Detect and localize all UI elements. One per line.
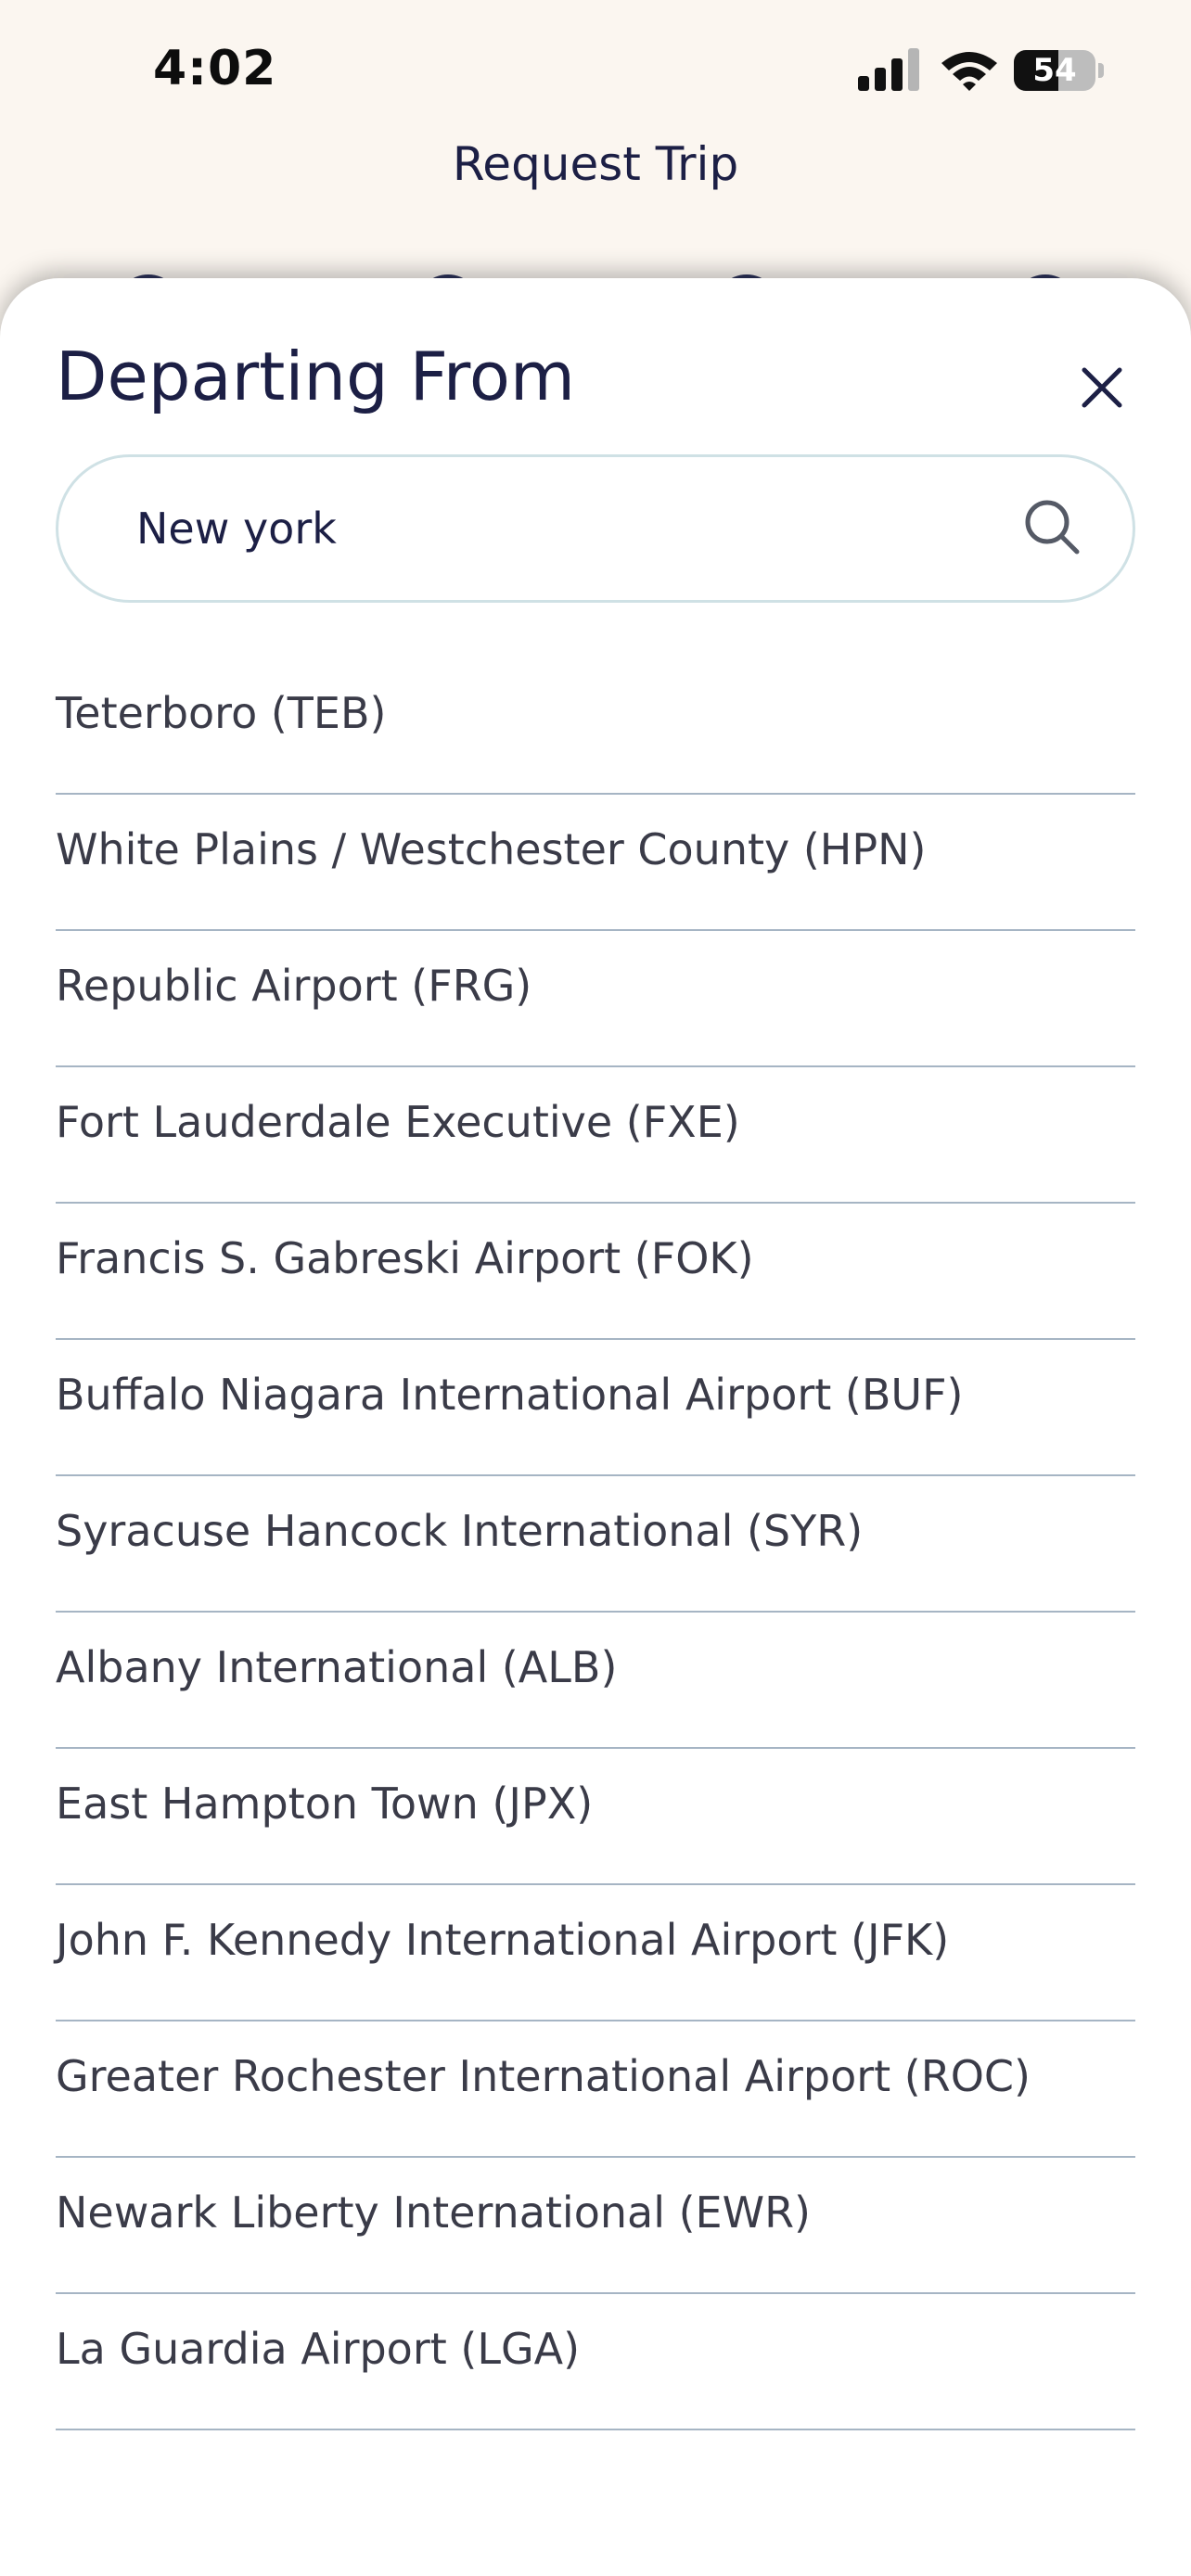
airport-result-label: Newark Liberty International (EWR): [56, 2187, 812, 2238]
airport-result-hpn[interactable]: White Plains / Westchester County (HPN): [56, 795, 1135, 931]
status-time: 4:02: [153, 41, 277, 96]
airport-result-label: East Hampton Town (JPX): [56, 1779, 594, 1829]
airport-result-label: Buffalo Niagara International Airport (B…: [56, 1370, 964, 1420]
airport-result-alb[interactable]: Albany International (ALB): [56, 1613, 1135, 1749]
departing-from-sheet: Departing From Teterboro (TEB) White Pla…: [0, 278, 1191, 2576]
sheet-title: Departing From: [56, 338, 576, 415]
airport-result-label: La Guardia Airport (LGA): [56, 2324, 581, 2374]
airport-result-fxe[interactable]: Fort Lauderdale Executive (FXE): [56, 1067, 1135, 1204]
search-icon[interactable]: [1023, 498, 1082, 557]
airport-result-jpx[interactable]: East Hampton Town (JPX): [56, 1749, 1135, 1885]
airport-result-label: John F. Kennedy International Airport (J…: [56, 1915, 950, 1965]
airport-result-ewr[interactable]: Newark Liberty International (EWR): [56, 2158, 1135, 2294]
airport-result-label: White Plains / Westchester County (HPN): [56, 824, 927, 874]
airport-result-partial[interactable]: [56, 2430, 1135, 2486]
airport-result-syr[interactable]: Syracuse Hancock International (SYR): [56, 1476, 1135, 1613]
airport-result-lga[interactable]: La Guardia Airport (LGA): [56, 2294, 1135, 2430]
close-icon: [1082, 367, 1122, 408]
airport-result-frg[interactable]: Republic Airport (FRG): [56, 931, 1135, 1067]
airport-result-fok[interactable]: Francis S. Gabreski Airport (FOK): [56, 1204, 1135, 1340]
airport-result-label: Fort Lauderdale Executive (FXE): [56, 1097, 740, 1147]
close-button[interactable]: [1057, 343, 1146, 432]
status-bar: 4:02 54: [0, 0, 1191, 139]
airport-result-jfk[interactable]: John F. Kennedy International Airport (J…: [56, 1885, 1135, 2021]
search-input[interactable]: [136, 457, 971, 600]
battery-level: 54: [1032, 52, 1077, 89]
airport-result-label: Francis S. Gabreski Airport (FOK): [56, 1233, 754, 1283]
airport-result-buf[interactable]: Buffalo Niagara International Airport (B…: [56, 1340, 1135, 1476]
airport-result-roc[interactable]: Greater Rochester International Airport …: [56, 2021, 1135, 2158]
airport-results-list: Teterboro (TEB) White Plains / Westchest…: [56, 658, 1135, 2486]
airport-result-label: Albany International (ALB): [56, 1642, 618, 1692]
wifi-icon: [941, 52, 997, 91]
battery-icon: 54: [1014, 50, 1105, 91]
airport-result-label: Republic Airport (FRG): [56, 961, 532, 1011]
airport-result-label: Greater Rochester International Airport …: [56, 2051, 1031, 2101]
airport-result-label: Teterboro (TEB): [56, 688, 387, 738]
search-box: [56, 454, 1135, 603]
status-icons: 54: [858, 48, 1108, 95]
airport-result-teb[interactable]: Teterboro (TEB): [56, 658, 1135, 795]
page-title: Request Trip: [452, 137, 739, 191]
airport-result-label: Syracuse Hancock International (SYR): [56, 1506, 864, 1556]
cellular-signal-icon: [858, 48, 919, 91]
